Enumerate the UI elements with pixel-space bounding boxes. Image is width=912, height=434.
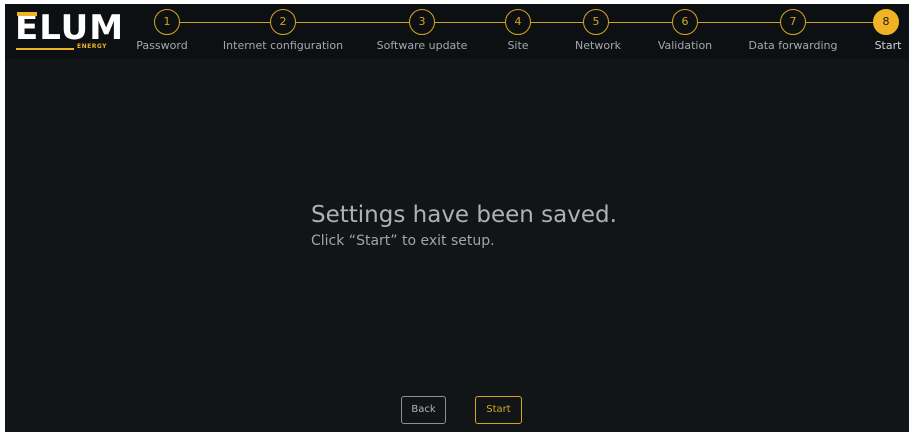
step-7-label: Data forwarding — [748, 39, 838, 52]
step-connector — [698, 22, 780, 23]
step-connector — [435, 22, 505, 23]
message-subtitle: Click “Start” to exit setup. — [311, 233, 495, 249]
progress-stepper: 1 Password 2 Internet configuration 3 So… — [5, 4, 909, 59]
step-3-circle: 3 — [409, 9, 435, 35]
step-8-circle: 8 — [873, 9, 899, 35]
step-5-circle: 5 — [583, 9, 609, 35]
step-connector — [180, 22, 270, 23]
start-button[interactable]: Start — [475, 396, 522, 424]
step-6-circle: 6 — [672, 9, 698, 35]
step-connector — [531, 22, 583, 23]
step-8-label: Start — [874, 39, 902, 52]
step-connector — [609, 22, 672, 23]
step-connector — [296, 22, 409, 23]
step-2-circle: 2 — [270, 9, 296, 35]
step-2-label: Internet configuration — [222, 39, 344, 52]
setup-wizard: ELUM ENERGY 1 Password 2 Internet config… — [5, 4, 909, 432]
step-1-circle: 1 — [154, 9, 180, 35]
confirmation-message: Settings have been saved. Click “Start” … — [311, 199, 617, 251]
message-title: Settings have been saved. — [311, 202, 617, 228]
back-button[interactable]: Back — [401, 396, 446, 424]
header: ELUM ENERGY 1 Password 2 Internet config… — [5, 4, 909, 59]
step-connector — [806, 22, 873, 23]
step-7-circle: 7 — [780, 9, 806, 35]
step-4-circle: 4 — [505, 9, 531, 35]
